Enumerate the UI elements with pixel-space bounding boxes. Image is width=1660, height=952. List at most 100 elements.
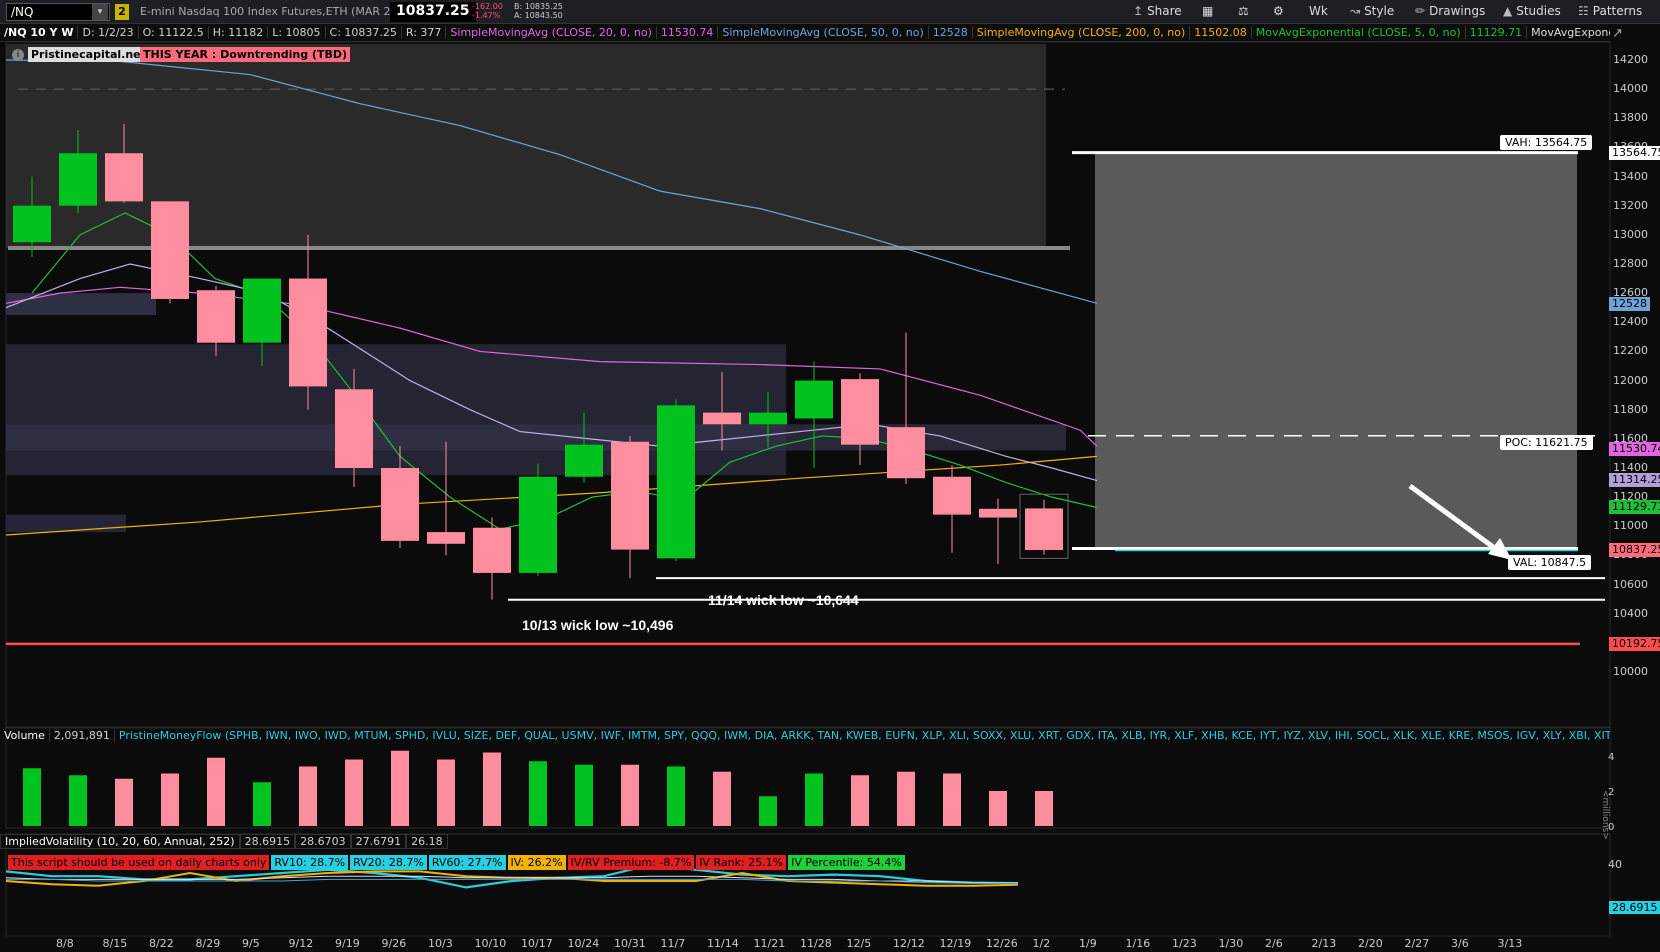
iv-badge: IV: 26.2% — [507, 855, 566, 870]
val-callout: VAL: 10847.5 — [1508, 555, 1592, 570]
sma200-label[interactable]: SimpleMovingAvg (CLOSE, 200, 0, no) — [972, 26, 1191, 39]
volume-bar — [23, 768, 41, 826]
sma50-label[interactable]: SimpleMovingAvg (CLOSE, 50, 0, no) — [718, 26, 929, 39]
volume-bar — [759, 796, 777, 826]
top-toolbar: /NQ ▾ 2 E-mini Nasdaq 100 Index Futures,… — [0, 0, 1660, 24]
price-axis-label: 12400 — [1613, 315, 1648, 329]
period-button[interactable]: Wk — [1309, 4, 1328, 18]
date-axis-label: 12/19 — [939, 937, 972, 950]
date-axis-label: 8/29 — [195, 937, 221, 950]
sma20-value: 11530.74 — [656, 26, 719, 39]
date-axis-label: 9/26 — [381, 937, 407, 950]
ohlc-low: L: 10805 — [268, 26, 326, 39]
share-button[interactable]: ↥ Share — [1133, 4, 1182, 18]
drawings-button[interactable]: ✏ Drawings — [1415, 4, 1485, 18]
info-icon[interactable]: i — [12, 49, 24, 61]
iv-axis-40: 40 — [1608, 858, 1622, 871]
snapshot-icon[interactable]: ▦ — [1202, 4, 1213, 18]
flask-small-icon: ▲ — [1503, 4, 1513, 18]
price-tag: 11314.25 — [1609, 473, 1660, 488]
iv-value-4: 26.18 — [406, 834, 448, 849]
price-chart[interactable] — [0, 42, 1660, 952]
price-axis-label: 13400 — [1613, 169, 1648, 183]
ema5-label[interactable]: MovAvgExponential (CLOSE, 5, 0, no) — [1251, 26, 1466, 39]
symbol-dropdown-icon[interactable]: ▾ — [92, 4, 108, 20]
iv-title[interactable]: ImpliedVolatility (10, 20, 60, Annual, 2… — [0, 834, 240, 849]
candle-body — [749, 412, 787, 425]
volume-bar — [437, 759, 455, 826]
annotation-1013-wick: 10/13 wick low ~10,496 — [522, 617, 674, 633]
moneyflow-label[interactable]: PristineMoneyFlow (SPHB, IWN, IWO, IWD, … — [114, 729, 1610, 742]
candle-body — [289, 278, 327, 387]
iv-value-2: 28.6703 — [295, 834, 351, 849]
date-axis-label: 11/21 — [753, 937, 786, 950]
price-axis-label: 10000 — [1613, 665, 1648, 678]
expand-icon[interactable]: ↗ — [1612, 26, 1623, 41]
volume-bar — [897, 771, 915, 826]
volume-bar — [943, 773, 961, 826]
date-axis-label: 1/23 — [1172, 937, 1197, 950]
chart-label: /NQ 10 Y W — [0, 26, 79, 39]
iv-badge: This script should be used on daily char… — [8, 855, 270, 870]
volume-bar — [345, 759, 363, 826]
flask-icon[interactable]: ⚖ — [1238, 4, 1249, 18]
volume-profile-band-2 — [6, 293, 156, 315]
candle-10-17 — [519, 463, 557, 576]
value-area-box — [1095, 152, 1577, 549]
ohlc-range: R: 377 — [401, 26, 447, 39]
ema10-label[interactable]: MovAvgExponential (CLOSE, 10, 0,... — [1527, 26, 1610, 39]
candle-body — [841, 379, 879, 445]
studies-button[interactable]: ▲ Studies — [1503, 4, 1561, 18]
link-group-badge[interactable]: 2 — [115, 4, 129, 20]
volume-title[interactable]: Volume — [0, 729, 50, 742]
volume-bar — [989, 791, 1007, 826]
price-axis-label: 10600 — [1613, 577, 1648, 591]
date-axis-label: 11/7 — [660, 937, 686, 950]
volume-bar — [115, 778, 133, 826]
iv-badge: RV20: 28.7% — [350, 855, 427, 870]
candle-body — [59, 153, 97, 206]
candle-body — [1025, 508, 1063, 551]
volume-bar — [575, 764, 593, 826]
date-axis-label: 9/19 — [335, 937, 360, 950]
sma20-label[interactable]: SimpleMovingAvg (CLOSE, 20, 0, no) — [446, 26, 657, 39]
iv-badge: RV60: 27.7% — [428, 855, 506, 870]
date-axis-label: 1/9 — [1079, 937, 1097, 950]
style-icon: ↝ — [1350, 4, 1361, 18]
iv-panel — [5, 833, 1611, 937]
candle-body — [519, 476, 557, 573]
annotation-1114-wick: 11/14 wick low ~10,644 — [708, 592, 859, 608]
price-axis-label: 13800 — [1613, 111, 1648, 125]
date-axis-label: 2/6 — [1265, 937, 1283, 950]
ohlc-high: H: 11182 — [208, 26, 269, 39]
patterns-icon: ☷ — [1578, 4, 1589, 18]
price-tag: 13564.75 — [1609, 145, 1660, 160]
volume-bar — [667, 766, 685, 826]
candle-body — [795, 380, 833, 419]
candle-11-7 — [657, 399, 695, 562]
candle-body — [887, 427, 925, 479]
date-axis-label: 12/5 — [846, 937, 872, 950]
date-axis-label: 1/30 — [1218, 937, 1244, 950]
date-axis-label: 3/6 — [1451, 937, 1469, 950]
ema5-value: 11129.71 — [1465, 26, 1528, 39]
candle-body — [335, 389, 373, 468]
date-axis-label: 11/14 — [707, 937, 739, 950]
price-tag: 12528 — [1609, 296, 1650, 311]
price-change: -162.00 -1.47% — [472, 2, 503, 20]
date-axis-label: 2/20 — [1358, 937, 1383, 950]
gear-icon[interactable]: ⚙ — [1273, 4, 1284, 18]
date-axis-label: 9/12 — [288, 937, 314, 950]
price-tag: 11129.71 — [1609, 500, 1660, 515]
price-axis-label: 12200 — [1613, 344, 1648, 358]
candle-body — [703, 412, 741, 425]
patterns-button[interactable]: ☷ Patterns — [1578, 4, 1642, 18]
volume-bar — [713, 771, 731, 826]
iv-badge: IV Rank: 25.1% — [696, 855, 787, 870]
date-axis-label: 10/24 — [567, 937, 600, 950]
volume-header: Volume 2,091,891 PristineMoneyFlow (SPHB, … — [0, 728, 1610, 745]
volume-bar — [483, 752, 501, 826]
date-axis-label: 3/13 — [1497, 937, 1523, 950]
style-button[interactable]: ↝ Style — [1350, 4, 1394, 18]
candle-body — [197, 290, 235, 343]
